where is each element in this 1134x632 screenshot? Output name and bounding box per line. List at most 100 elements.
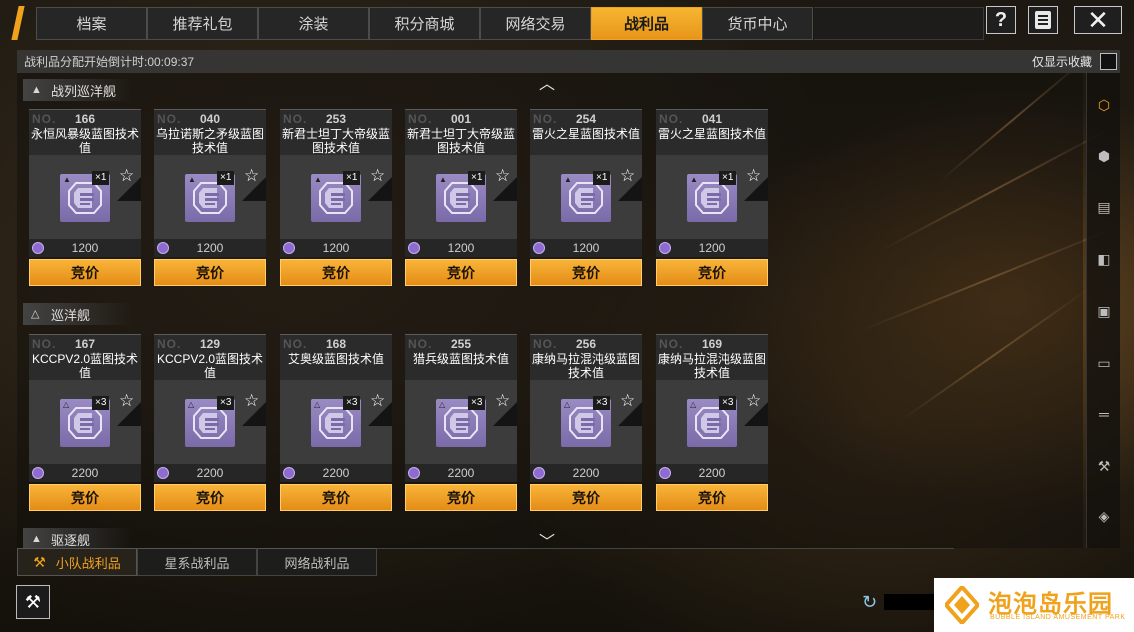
card-number: 169 (701, 337, 723, 351)
card-price-row: 1200 (280, 239, 392, 257)
card-body: ▲ ×1 ☆ (530, 155, 642, 239)
card-body: ▲ ×1 ☆ (405, 155, 517, 239)
card-item-name: 乌拉诺斯之矛级蓝图技术值 (156, 127, 265, 155)
auction-button[interactable]: ⚒ (16, 585, 50, 619)
favorite-star-icon[interactable]: ☆ (746, 166, 761, 186)
tab-gift-packs[interactable]: 推荐礼包 (147, 7, 258, 40)
card-item-name: 新君士坦丁大帝级蓝图技术值 (282, 127, 391, 155)
favorite-star-icon[interactable]: ☆ (620, 166, 635, 186)
tab-network-loot[interactable]: 网络战利品 (257, 548, 377, 576)
tab-galaxy-loot[interactable]: 星系战利品 (137, 548, 257, 576)
card-price: 2200 (698, 466, 726, 480)
tab-skins[interactable]: 涂装 (258, 7, 369, 40)
rail-category-icon[interactable]: ⚒ (1094, 456, 1114, 476)
rail-category-icon[interactable]: ◈ (1094, 506, 1114, 526)
favorite-star-icon[interactable]: ☆ (244, 391, 259, 411)
card-price: 1200 (447, 241, 475, 255)
card-price: 1200 (698, 241, 726, 255)
card-body: △ ×3 ☆ (656, 380, 768, 464)
bid-button[interactable]: 竞价 (154, 484, 266, 511)
scroll-up-icon[interactable]: ︿ (539, 70, 555, 94)
tab-network-trade[interactable]: 网络交易 (480, 7, 591, 40)
loot-card[interactable]: NO. 001 新君士坦丁大帝级蓝图技术值 ▲ ×1 ☆ 1200 竞价 (405, 109, 517, 287)
close-button[interactable]: ✕ (1074, 5, 1122, 35)
card-header: NO. 167 KCCPV2.0蓝图技术值 (29, 334, 141, 380)
card-price: 2200 (572, 466, 600, 480)
rail-category-icon[interactable]: ═ (1094, 404, 1114, 424)
ship-class-icon: △ (690, 400, 697, 409)
card-item-name: 永恒风暴级蓝图技术值 (31, 127, 140, 155)
loot-card[interactable]: NO. 167 KCCPV2.0蓝图技术值 △ ×3 ☆ 2200 竞价 (29, 334, 141, 512)
card-item-name: KCCPV2.0蓝图技术值 (156, 352, 264, 380)
bid-button[interactable]: 竞价 (280, 259, 392, 286)
tab-bar-filler (814, 7, 984, 40)
tab-label: 星系战利品 (164, 555, 230, 571)
card-header: NO. 169 康纳马拉混沌级蓝图技术值 (656, 334, 768, 380)
favorite-star-icon[interactable]: ☆ (244, 166, 259, 186)
bid-button[interactable]: 竞价 (656, 484, 768, 511)
top-bar: 档案 推荐礼包 涂装 积分商城 网络交易 战利品 货币中心 ? ✕ (0, 0, 1134, 44)
rail-category-icon[interactable]: ▣ (1094, 301, 1114, 321)
favorite-star-icon[interactable]: ☆ (370, 166, 385, 186)
loading-spinner-icon: ↻ (862, 592, 878, 612)
loot-card[interactable]: NO. 254 雷火之星蓝图技术值 ▲ ×1 ☆ 1200 竞价 (530, 109, 642, 287)
help-button[interactable]: ? (986, 6, 1016, 34)
favorite-star-icon[interactable]: ☆ (620, 391, 635, 411)
card-price: 1200 (572, 241, 600, 255)
section-title: 驱逐舰 (51, 532, 91, 548)
bid-button[interactable]: 竞价 (530, 484, 642, 511)
card-item-name: 康纳马拉混沌级蓝图技术值 (532, 352, 641, 380)
favorite-star-icon[interactable]: ☆ (495, 391, 510, 411)
card-quantity: ×1 (343, 171, 361, 185)
rail-category-icon[interactable]: ◧ (1094, 249, 1114, 269)
card-quantity: ×3 (719, 396, 737, 410)
bid-button[interactable]: 竞价 (405, 484, 517, 511)
loot-card[interactable]: NO. 169 康纳马拉混沌级蓝图技术值 △ ×3 ☆ 2200 竞价 (656, 334, 768, 512)
bid-button[interactable]: 竞价 (29, 484, 141, 511)
bid-button[interactable]: 竞价 (280, 484, 392, 511)
card-quantity: ×1 (719, 171, 737, 185)
section-header: ▲ 战列巡洋舰 (23, 79, 133, 101)
loot-card[interactable]: NO. 255 猎兵级蓝图技术值 △ ×3 ☆ 2200 竞价 (405, 334, 517, 512)
bid-button[interactable]: 竞价 (405, 259, 517, 286)
favorite-star-icon[interactable]: ☆ (370, 391, 385, 411)
section-header: △ 巡洋舰 (23, 303, 133, 325)
card-number: 255 (450, 337, 472, 351)
tab-points-shop[interactable]: 积分商城 (369, 7, 480, 40)
tab-loot[interactable]: 战利品 (591, 7, 702, 40)
card-number: 168 (325, 337, 347, 351)
notes-button[interactable] (1028, 6, 1058, 34)
bid-button[interactable]: 竞价 (656, 259, 768, 286)
favorite-star-icon[interactable]: ☆ (746, 391, 761, 411)
loot-card[interactable]: NO. 129 KCCPV2.0蓝图技术值 △ ×3 ☆ 2200 竞价 (154, 334, 266, 512)
rail-category-icon[interactable]: ▭ (1094, 353, 1114, 373)
card-price-row: 1200 (530, 239, 642, 257)
favorite-star-icon[interactable]: ☆ (119, 166, 134, 186)
favorites-only-checkbox[interactable] (1100, 53, 1117, 70)
rail-category-icon[interactable]: ▤ (1094, 197, 1114, 217)
bid-button[interactable]: 竞价 (154, 259, 266, 286)
gavel-icon: ⚒ (24, 591, 42, 612)
status-strip (884, 594, 940, 610)
tab-archive[interactable]: 档案 (36, 7, 147, 40)
tab-squad-loot[interactable]: ⚒ 小队战利品 (17, 548, 137, 576)
loot-card[interactable]: NO. 166 永恒风暴级蓝图技术值 ▲ ×1 ☆ 1200 竞价 (29, 109, 141, 287)
card-number: 167 (74, 337, 96, 351)
card-price-row: 2200 (656, 464, 768, 482)
loot-card[interactable]: NO. 168 艾奥级蓝图技术值 △ ×3 ☆ 2200 竞价 (280, 334, 392, 512)
loot-card[interactable]: NO. 253 新君士坦丁大帝级蓝图技术值 ▲ ×1 ☆ 1200 竞价 (280, 109, 392, 287)
rail-category-icon[interactable]: ⬡ (1094, 95, 1114, 115)
watermark-subtitle: BUBBLE ISLAND AMUSEMENT PARK (990, 614, 1126, 621)
tab-currency-center[interactable]: 货币中心 (702, 7, 813, 40)
favorite-star-icon[interactable]: ☆ (495, 166, 510, 186)
section-header: ▲ 驱逐舰 (23, 528, 133, 550)
rail-category-icon[interactable]: ⬢ (1094, 146, 1114, 166)
loot-card[interactable]: NO. 256 康纳马拉混沌级蓝图技术值 △ ×3 ☆ 2200 竞价 (530, 334, 642, 512)
card-item-name: 艾奥级蓝图技术值 (287, 352, 384, 366)
favorite-star-icon[interactable]: ☆ (119, 391, 134, 411)
loot-card[interactable]: NO. 041 雷火之星蓝图技术值 ▲ ×1 ☆ 1200 竞价 (656, 109, 768, 287)
loot-card[interactable]: NO. 040 乌拉诺斯之矛级蓝图技术值 ▲ ×1 ☆ 1200 竞价 (154, 109, 266, 287)
main-tabs: 档案 推荐礼包 涂装 积分商城 网络交易 战利品 货币中心 (36, 7, 813, 40)
bid-button[interactable]: 竞价 (530, 259, 642, 286)
bid-button[interactable]: 竞价 (29, 259, 141, 286)
